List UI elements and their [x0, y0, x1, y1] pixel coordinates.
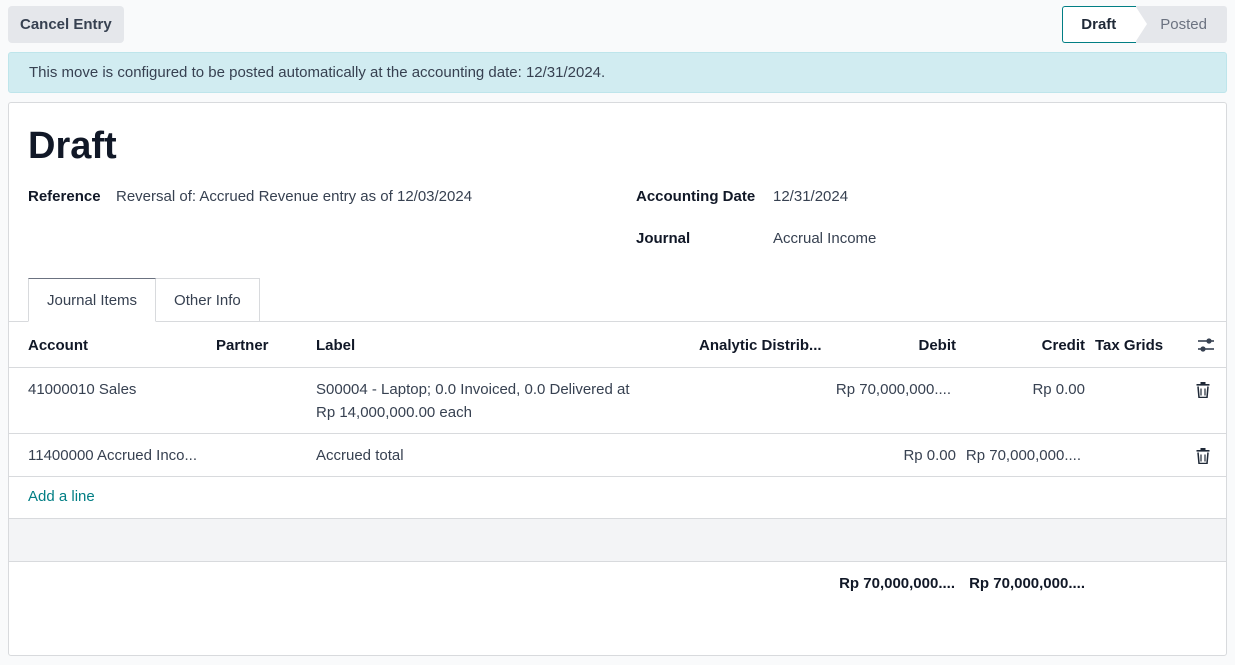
total-credit: Rp 70,000,000.... [969, 575, 1085, 592]
column-partner[interactable]: Partner [216, 322, 269, 368]
tab-other-info[interactable]: Other Info [156, 278, 260, 322]
row-label[interactable]: S00004 - Laptop; 0.0 Invoiced, 0.0 Deliv… [316, 378, 630, 424]
accounting-date-label: Accounting Date [636, 188, 756, 205]
row-debit[interactable]: Rp 0.00 [829, 444, 956, 467]
column-credit[interactable]: Credit [965, 322, 1085, 368]
add-line-link[interactable]: Add a line [28, 488, 95, 505]
row-label-line: S00004 - Laptop; 0.0 Invoiced, 0.0 Deliv… [316, 381, 630, 398]
row-label-line: Rp 14,000,000.00 each [316, 404, 472, 421]
accounting-date-field[interactable]: 12/31/2024 [773, 188, 848, 205]
row-account[interactable]: 11400000 Accrued Inco... [28, 444, 197, 467]
journal-label: Journal [636, 230, 691, 247]
row-debit[interactable]: Rp 70,000,000.... [809, 378, 951, 401]
row-account[interactable]: 41000010 Sales [28, 378, 136, 401]
form-sheet: Draft Reference Reversal of: Accrued Rev… [8, 102, 1227, 656]
trash-icon[interactable] [1196, 382, 1210, 398]
column-tax-grids[interactable]: Tax Grids [1095, 322, 1163, 368]
notebook-tabs: Journal Items Other Info [28, 278, 260, 322]
status-bar: Draft Posted [1062, 6, 1227, 43]
reference-field[interactable]: Reversal of: Accrued Revenue entry as of… [116, 188, 472, 205]
sliders-icon[interactable] [1197, 322, 1215, 368]
table-header: Account Partner Label Analytic Distrib..… [9, 322, 1226, 368]
empty-row [9, 519, 1226, 562]
page-title: Draft [28, 125, 117, 167]
total-debit: Rp 70,000,000.... [839, 575, 955, 592]
trash-icon[interactable] [1196, 448, 1210, 464]
row-credit[interactable]: Rp 70,000,000.... [959, 444, 1081, 467]
add-line-row: Add a line [9, 477, 1226, 519]
status-draft[interactable]: Draft [1062, 6, 1149, 43]
reference-label: Reference [28, 188, 101, 205]
row-label[interactable]: Accrued total [316, 444, 404, 467]
journal-field[interactable]: Accrual Income [773, 230, 876, 247]
column-analytic-distribution[interactable]: Analytic Distrib... [699, 322, 822, 368]
table-row[interactable]: 41000010 Sales S00004 - Laptop; 0.0 Invo… [9, 368, 1226, 434]
column-account[interactable]: Account [28, 322, 88, 368]
column-debit[interactable]: Debit [829, 322, 957, 368]
cancel-entry-button[interactable]: Cancel Entry [8, 6, 124, 43]
table-row[interactable]: 11400000 Accrued Inco... Accrued total R… [9, 434, 1226, 477]
alert-text: This move is configured to be posted aut… [29, 64, 606, 81]
info-alert: This move is configured to be posted aut… [8, 52, 1227, 93]
control-panel: Cancel Entry Draft Posted [0, 0, 1235, 50]
row-credit[interactable]: Rp 0.00 [965, 378, 1085, 401]
tab-journal-items[interactable]: Journal Items [28, 278, 157, 322]
column-label[interactable]: Label [316, 322, 355, 368]
status-posted[interactable]: Posted [1136, 6, 1227, 43]
